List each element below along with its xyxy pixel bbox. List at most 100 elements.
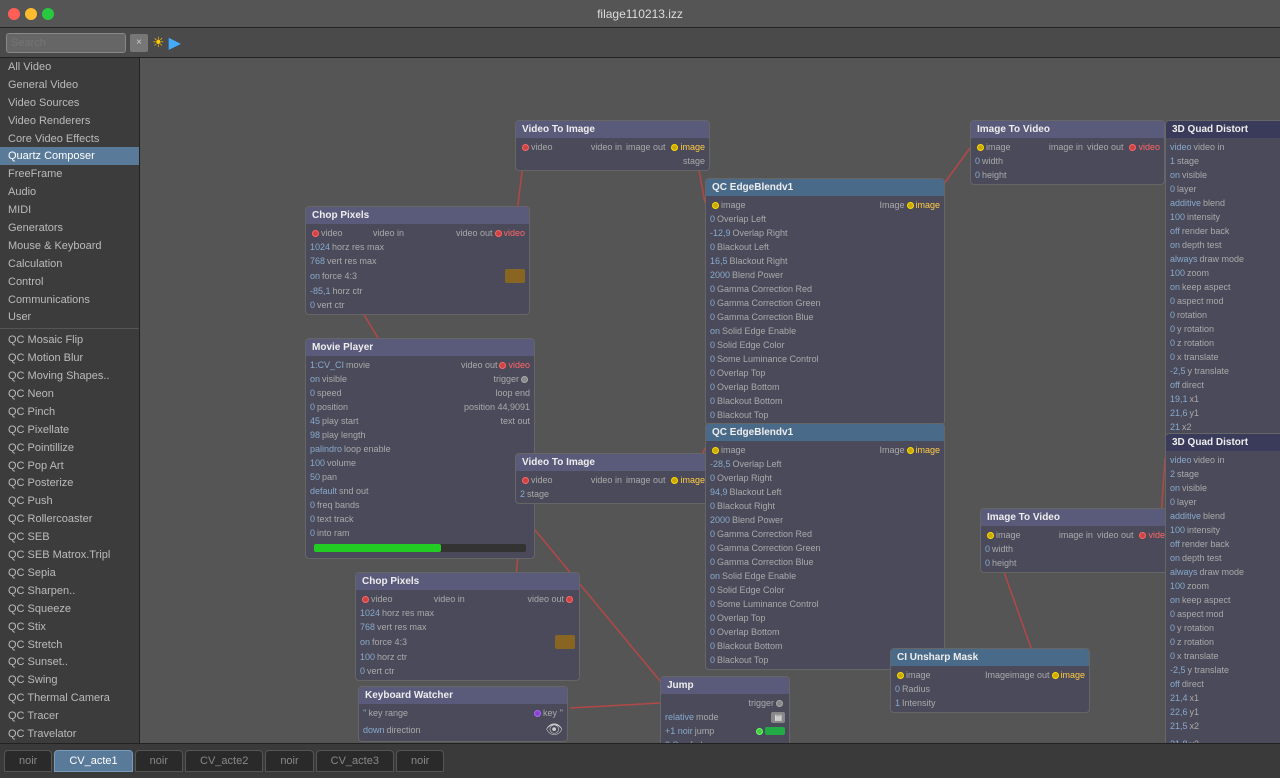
tab-cv-acte3[interactable]: CV_acte3 [316, 750, 394, 772]
sidebar-item-qc-pointillize[interactable]: QC Pointillize [0, 439, 139, 457]
sidebar-item-all-video[interactable]: All Video [0, 58, 139, 76]
minimize-button[interactable] [25, 8, 37, 20]
maximize-button[interactable] [42, 8, 54, 20]
port-image[interactable] [712, 447, 719, 454]
tab-cv-acte2[interactable]: CV_acte2 [185, 750, 263, 772]
port-image-in[interactable] [977, 144, 984, 151]
node-row: 0layer [1166, 182, 1280, 196]
sidebar-item-qc-tracer[interactable]: QC Tracer [0, 707, 139, 725]
node-chop-pixels-1[interactable]: Chop Pixels video video in video out vid… [305, 206, 530, 315]
mode-button[interactable]: ▤ [771, 712, 785, 723]
sidebar-item-video-renderers[interactable]: Video Renderers [0, 112, 139, 130]
sidebar-item-user[interactable]: User [0, 308, 139, 326]
port-image-in[interactable] [897, 672, 904, 679]
sidebar-item-core-video-effects[interactable]: Core Video Effects [0, 130, 139, 148]
node-3d-quad-distort-2[interactable]: 3D Quad Distort videovideo in 2stage onv… [1165, 433, 1280, 743]
node-image-to-video-1[interactable]: Image To Video image image in video out … [970, 120, 1165, 185]
sidebar-item-qc-sepia[interactable]: QC Sepia [0, 564, 139, 582]
port-video-out[interactable] [566, 596, 573, 603]
port-out[interactable] [907, 202, 914, 209]
sidebar-item-qc-pixellate[interactable]: QC Pixellate [0, 421, 139, 439]
sidebar-item-qc-stretch[interactable]: QC Stretch [0, 636, 139, 654]
sidebar-item-qc-pop-art[interactable]: QC Pop Art [0, 457, 139, 475]
sidebar-item-qc-sunset[interactable]: QC Sunset.. [0, 653, 139, 671]
node-chop-pixels-2[interactable]: Chop Pixels video video in video out 102… [355, 572, 580, 681]
sidebar-item-quartz-composer[interactable]: Quartz Composer [0, 147, 139, 165]
sidebar-item-qc-swing[interactable]: QC Swing [0, 671, 139, 689]
sidebar-item-qc-rollercoaster[interactable]: QC Rollercoaster [0, 510, 139, 528]
port-video-in[interactable] [312, 230, 319, 237]
close-button[interactable] [8, 8, 20, 20]
sidebar-item-qc-seb-matrox[interactable]: QC SEB Matrox.Tripl [0, 546, 139, 564]
sidebar-item-qc-posterize[interactable]: QC Posterize [0, 474, 139, 492]
sidebar-item-qc-mosaic-flip[interactable]: QC Mosaic Flip [0, 331, 139, 349]
search-clear-button[interactable]: × [130, 34, 148, 52]
sidebar-item-qc-neon[interactable]: QC Neon [0, 385, 139, 403]
window-controls[interactable] [8, 8, 54, 20]
sidebar-item-control[interactable]: Control [0, 273, 139, 291]
port-video-out[interactable] [499, 362, 506, 369]
sidebar-item-calculation[interactable]: Calculation [0, 255, 139, 273]
port-image[interactable] [712, 202, 719, 209]
sidebar-item-qc-moving-shapes[interactable]: QC Moving Shapes.. [0, 367, 139, 385]
node-canvas[interactable]: Video To Image video video in image out … [140, 58, 1280, 743]
sidebar-item-qc-seb[interactable]: QC SEB [0, 528, 139, 546]
node-row: 0x translate [1166, 350, 1280, 364]
port-video-in[interactable] [522, 477, 529, 484]
sidebar-item-qc-motion-blur[interactable]: QC Motion Blur [0, 349, 139, 367]
port-video-in[interactable] [362, 596, 369, 603]
sidebar-item-generators[interactable]: Generators [0, 219, 139, 237]
port-image-out[interactable] [671, 144, 678, 151]
node-row: 0Gamma Correction Green [706, 296, 944, 310]
port-video-out[interactable] [495, 230, 502, 237]
search-input[interactable] [6, 33, 126, 53]
add-icon[interactable]: ☀ [152, 34, 165, 51]
node-ci-unsharp-mask[interactable]: CI Unsharp Mask image Image image out im… [890, 648, 1090, 713]
tab-noir-1[interactable]: noir [4, 750, 52, 772]
sidebar-item-qc-travelator[interactable]: QC Travelator [0, 725, 139, 743]
port-image-in[interactable] [987, 532, 994, 539]
node-movie-player[interactable]: Movie Player 1:CV_CI movie video out vid… [305, 338, 535, 559]
port-trigger[interactable] [521, 376, 528, 383]
tab-noir-4[interactable]: noir [396, 750, 444, 772]
port-jump[interactable] [756, 728, 763, 735]
sidebar-item-video-sources[interactable]: Video Sources [0, 94, 139, 112]
node-video-to-image-2[interactable]: Video To Image video video in image out … [515, 453, 710, 504]
sidebar-item-qc-push[interactable]: QC Push [0, 492, 139, 510]
node-image-to-video-2[interactable]: Image To Video image image in video out … [980, 508, 1175, 573]
tab-noir-3[interactable]: noir [265, 750, 313, 772]
sidebar-item-communications[interactable]: Communications [0, 291, 139, 309]
port-image-out[interactable] [671, 477, 678, 484]
port-video-out[interactable] [1129, 144, 1136, 151]
sidebar-item-freeframe[interactable]: FreeFrame [0, 165, 139, 183]
node-body: image Image image 0Overlap Left -12,9Ove… [706, 196, 944, 424]
node-row: image image in video out video [971, 140, 1164, 154]
sidebar-item-qc-thermal-camera[interactable]: QC Thermal Camera [0, 689, 139, 707]
sidebar-item-qc-stix[interactable]: QC Stix [0, 618, 139, 636]
tab-noir-2[interactable]: noir [135, 750, 183, 772]
port-video-in[interactable] [522, 144, 529, 151]
port-image-out[interactable] [1052, 672, 1059, 679]
node-row: 1024horz res max [356, 606, 579, 620]
sidebar-item-mouse-keyboard[interactable]: Mouse & Keyboard [0, 237, 139, 255]
node-video-to-image-1[interactable]: Video To Image video video in image out … [515, 120, 710, 171]
node-row: 0z rotation [1166, 635, 1280, 649]
port-video-out[interactable] [1139, 532, 1146, 539]
node-keyboard-watcher[interactable]: Keyboard Watcher '' key range key '' dow… [358, 686, 568, 742]
node-qc-edge-blend-2[interactable]: QC EdgeBlendv1 image Image image -28,5Ov… [705, 423, 945, 670]
sidebar-item-general-video[interactable]: General Video [0, 76, 139, 94]
port-out[interactable] [907, 447, 914, 454]
node-jump[interactable]: Jump trigger relative mode ▤ +1 noir jum… [660, 676, 790, 743]
sidebar-item-qc-pinch[interactable]: QC Pinch [0, 403, 139, 421]
node-row: -12,9Overlap Right [706, 226, 944, 240]
node-row: additiveblend [1166, 196, 1280, 210]
sidebar-item-audio[interactable]: Audio [0, 183, 139, 201]
port-trigger[interactable] [776, 700, 783, 707]
port-key[interactable] [534, 710, 541, 717]
play-icon[interactable]: ▶ [169, 33, 181, 53]
tab-cv-acte1[interactable]: CV_acte1 [54, 750, 132, 772]
sidebar-item-qc-squeeze[interactable]: QC Squeeze [0, 600, 139, 618]
sidebar-item-qc-sharpen[interactable]: QC Sharpen.. [0, 582, 139, 600]
sidebar-item-midi[interactable]: MIDI [0, 201, 139, 219]
node-qc-edge-blend-1[interactable]: QC EdgeBlendv1 image Image image 0Overla… [705, 178, 945, 425]
